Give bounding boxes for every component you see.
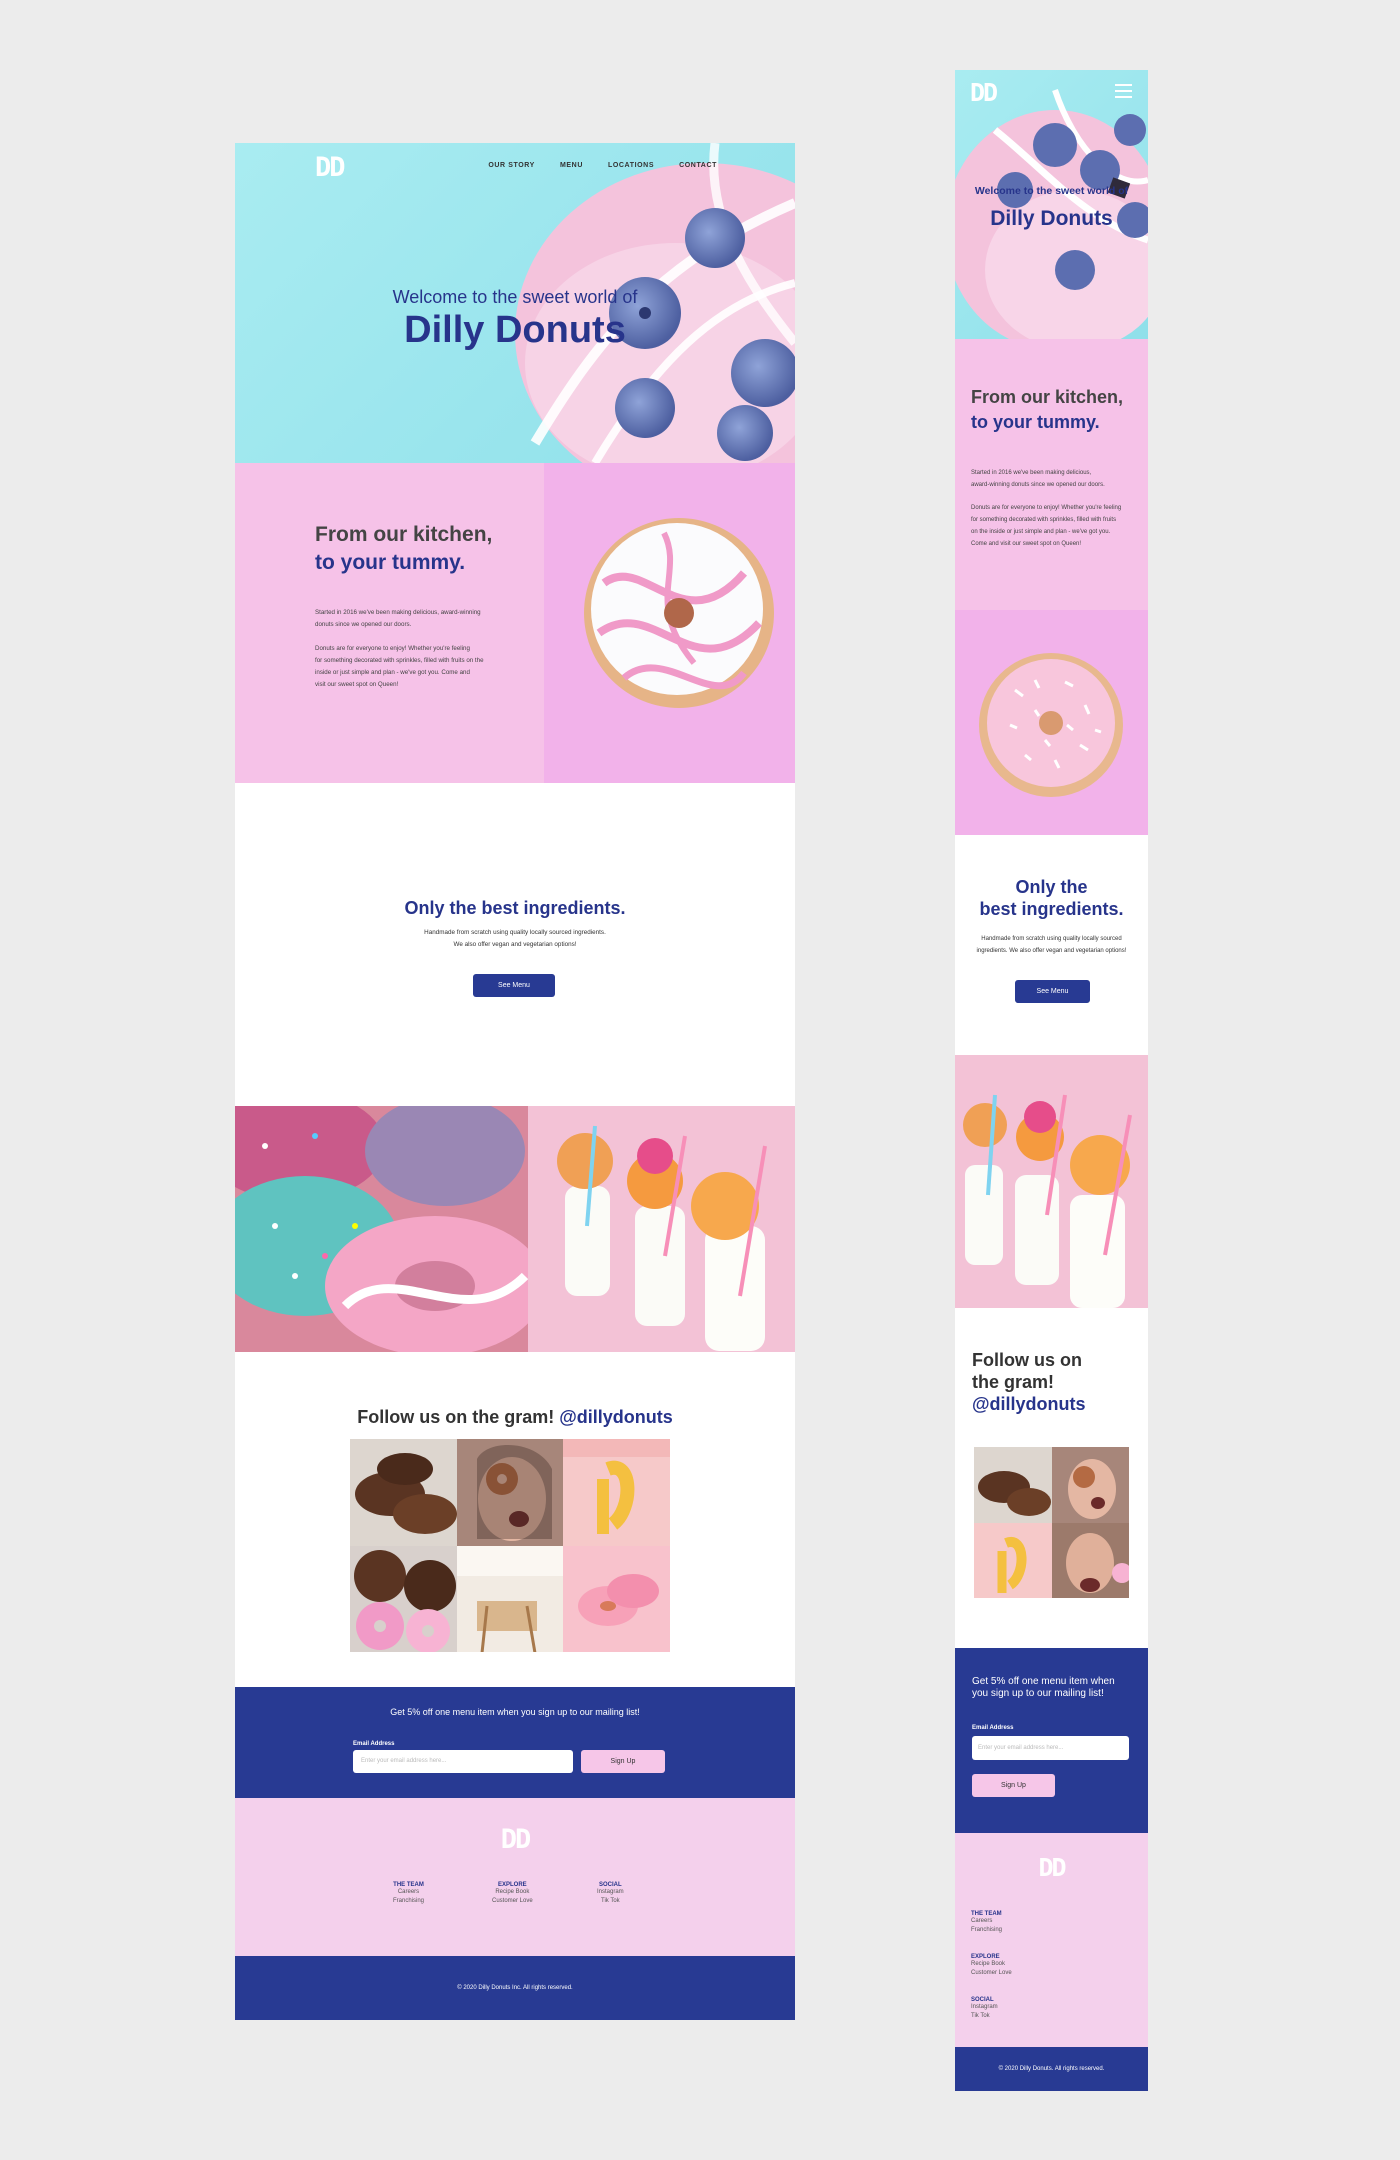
story-heading-line2: to your tummy. [315,551,466,574]
mobile-footer-link-recipe-book[interactable]: Recipe Book [971,1960,1012,1969]
instagram-post[interactable] [456,1545,564,1652]
hero-subtitle: Welcome to the sweet world of [392,287,638,307]
mobile-story-heading-line1: From our kitchen, [971,387,1124,407]
mobile-instagram-grid [974,1447,1129,1598]
mobile-footer: DD THE TEAM Careers Franchising EXPLORE … [955,1833,1148,2047]
instagram-post[interactable] [1051,1522,1129,1598]
mobile-story-paragraph-2: Donuts are for everyone to enjoy! Whethe… [971,505,1122,547]
mobile-copyright: © 2020 Dilly Donuts. All rights reserved… [955,2047,1148,2091]
footer-link-recipe-book[interactable]: Recipe Book [492,1888,533,1897]
footer-col-explore: EXPLORE Recipe Book Customer Love [492,1882,533,1906]
instagram-post[interactable] [974,1522,1052,1598]
see-menu-button[interactable]: See Menu [473,974,555,997]
mobile-ingredients-text-line1: Handmade from scratch using quality loca… [981,936,1122,942]
logo[interactable]: DD [315,152,345,183]
desktop-mockup: DD OUR STORY MENU LOCATIONS CONTACT Welc… [235,143,795,2020]
mobile-instagram-handle-link[interactable]: @dillydonuts [972,1394,1086,1415]
ingredients-text-line1: Handmade from scratch using quality loca… [424,929,606,936]
mobile-hero-subtitle: Welcome to the sweet world of [974,185,1129,197]
mobile-ingredients-text-line2: ingredients. We also offer vegan and veg… [976,948,1127,954]
mobile-footer-link-instagram[interactable]: Instagram [971,2003,998,2012]
mobile-mailing-text-line1: Get 5% off one menu item when [972,1676,1115,1687]
mobile-mockup: DD Welcome to the sweet world of Dilly D… [955,70,1148,2091]
mobile-hero-section: DD Welcome to the sweet world of Dilly D… [955,70,1148,339]
instagram-post[interactable] [563,1439,670,1546]
mobile-ingredients-title-line1: Only the [1015,877,1088,897]
ingredients-title: Only the best ingredients. [404,898,626,918]
story-section: From our kitchen, to your tummy. Started… [235,463,795,783]
main-nav: OUR STORY MENU LOCATIONS CONTACT [488,162,717,169]
mobile-mailing-text-line2: you sign up to our mailing list! [972,1688,1104,1699]
instagram-heading: Follow us on the gram! @dillydonuts [357,1407,673,1427]
footer-col-team: THE TEAM Careers Franchising [393,1882,425,1906]
mobile-instagram-heading-line1: Follow us on [972,1350,1082,1370]
mobile-email-label: Email Address [972,1725,1014,1731]
mobile-footer-link-customer-love[interactable]: Customer Love [971,1969,1012,1978]
story-paragraph-2: Donuts are for everyone to enjoy! Whethe… [315,645,484,688]
nav-locations[interactable]: LOCATIONS [608,162,654,169]
mobile-instagram-heading-line2: the gram! [972,1372,1055,1392]
mobile-story-section: From our kitchen, to your tummy. Started… [955,339,1148,610]
instagram-post[interactable] [1051,1447,1129,1523]
mobile-logo[interactable]: DD [970,78,998,107]
copyright: © 2020 Dilly Donuts Inc. All rights rese… [235,1956,795,2020]
sprinkle-donuts-image [235,1091,795,1356]
nav-contact[interactable]: CONTACT [679,162,717,169]
email-input[interactable]: Enter your email address here... [353,1750,573,1773]
mailing-list-section: Get 5% off one menu item when you sign u… [235,1687,795,1798]
sign-up-button[interactable]: Sign Up [581,1750,665,1773]
instagram-post[interactable] [456,1439,564,1546]
iced-donut-image [544,463,795,783]
mobile-milk-donuts-image [955,1055,1148,1308]
mobile-footer-link-franchising[interactable]: Franchising [971,1926,1002,1935]
nav-our-story[interactable]: OUR STORY [488,162,535,169]
instagram-post[interactable] [974,1447,1052,1523]
mobile-sprinkle-donut-image [955,610,1148,835]
instagram-post[interactable] [350,1545,457,1652]
nav-menu[interactable]: MENU [560,162,583,169]
footer-logo[interactable]: DD [235,1824,795,1855]
footer-col-social: SOCIAL Instagram Tik Tok [597,1882,624,1906]
hero-title: Dilly Donuts [404,309,626,351]
footer-link-tiktok[interactable]: Tik Tok [597,1897,624,1906]
footer-link-franchising[interactable]: Franchising [393,1897,424,1906]
ingredients-text-line2: We also offer vegan and vegetarian optio… [453,941,577,948]
mobile-story-heading-line2: to your tummy. [971,412,1100,432]
instagram-post[interactable] [563,1545,670,1652]
mobile-footer-col-explore: EXPLORE Recipe Book Customer Love [971,1954,1012,1978]
mobile-mailing-list-section: Get 5% off one menu item when you sign u… [955,1648,1148,1833]
mobile-footer-link-careers[interactable]: Careers [971,1917,1002,1926]
story-heading-line1: From our kitchen, [315,523,493,546]
footer-link-instagram[interactable]: Instagram [597,1888,624,1897]
mailing-list-text: Get 5% off one menu item when you sign u… [390,1707,640,1717]
mobile-hero-title: Dilly Donuts [990,207,1113,230]
email-label: Email Address [353,1741,395,1747]
mobile-ingredients-title-line2: best ingredients. [979,899,1124,919]
mobile-ingredients-section: Only the best ingredients. Handmade from… [955,835,1148,1055]
instagram-post[interactable] [350,1439,457,1546]
mobile-footer-col-social: SOCIAL Instagram Tik Tok [971,1997,998,2021]
footer-link-careers[interactable]: Careers [393,1888,424,1897]
hero-section: DD OUR STORY MENU LOCATIONS CONTACT Welc… [235,143,795,463]
mobile-email-input[interactable]: Enter your email address here... [972,1736,1129,1760]
footer-link-customer-love[interactable]: Customer Love [492,1897,533,1906]
mobile-footer-logo[interactable]: DD [955,1853,1148,1882]
photo-strip [235,1091,795,1356]
mobile-footer-link-tiktok[interactable]: Tik Tok [971,2012,998,2021]
mobile-story-paragraph-1: Started in 2016 we've been making delici… [971,470,1105,488]
story-paragraph-1: Started in 2016 we've been making delici… [315,609,481,628]
mobile-see-menu-button[interactable]: See Menu [1015,980,1090,1003]
mobile-sign-up-button[interactable]: Sign Up [972,1774,1055,1797]
instagram-handle-link[interactable]: @dillydonuts [559,1407,673,1427]
mobile-blueberry-donut-image [955,89,1148,339]
instagram-grid [350,1439,670,1652]
hamburger-menu-icon[interactable] [1115,84,1132,98]
ingredients-section: Only the best ingredients. Handmade from… [235,783,795,1106]
mobile-footer-col-team: THE TEAM Careers Franchising [971,1911,1003,1935]
footer: DD THE TEAM Careers Franchising EXPLORE … [235,1798,795,1956]
